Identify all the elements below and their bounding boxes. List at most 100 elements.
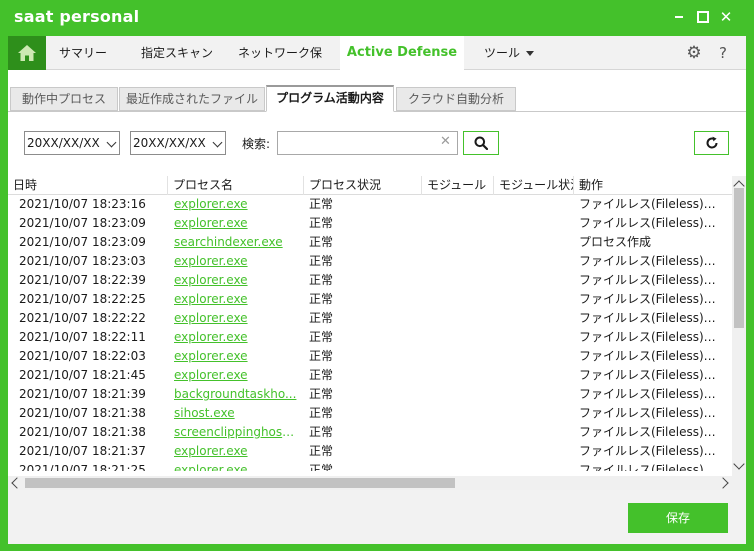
cell-datetime: 2021/10/07 18:23:09 [19,235,146,249]
cell-action: ファイルレス(Fileless)手法... [579,254,724,268]
date-from-select[interactable]: 20XX/XX/XX [24,131,120,155]
table-row[interactable]: 2021/10/07 18:22:39 explorer.exe 正常 ファイルレス(… [8,271,732,290]
clear-icon[interactable]: ✕ [440,135,451,149]
tab-running-processes[interactable]: 動作中プロセス [10,87,118,111]
scroll-down-icon[interactable] [733,458,745,470]
save-button[interactable]: 保存 [628,503,728,533]
cell-process-name[interactable]: screenclippinghost.... [168,423,298,442]
cell-process-status: 正常 [309,216,334,230]
maximize-icon[interactable] [694,8,712,26]
cell-process-name[interactable]: backgroundtaskho... [168,385,298,404]
table-row[interactable]: 2021/10/07 18:21:38 screenclippinghost...… [8,423,732,442]
tab-program-activity[interactable]: プログラム活動内容 [266,85,394,112]
cell-action: ファイルレス(Fileless)手法... [579,311,724,325]
cell-module-status [494,366,574,385]
refresh-icon [706,136,718,149]
table-row[interactable]: 2021/10/07 18:21:38 sihost.exe 正常 ファイルレス(Fi… [8,404,732,423]
cell-process-status: 正常 [309,387,334,401]
cell-module [422,233,494,252]
cell-datetime: 2021/10/07 18:21:38 [19,406,146,420]
help-icon[interactable]: ? [714,43,732,63]
cell-process-status: 正常 [309,197,334,211]
column-header-process[interactable]: プロセス名 [168,176,304,195]
tab-cloud-analysis[interactable]: クラウド自動分析 [396,87,516,111]
cell-process-name[interactable]: explorer.exe [168,309,298,328]
home-button[interactable] [8,36,46,70]
cell-process-status: 正常 [309,406,334,420]
cell-module-status [494,252,574,271]
minimize-icon[interactable] [670,8,688,26]
cell-process-name[interactable]: explorer.exe [168,195,298,214]
search-icon [474,136,488,150]
table-row[interactable]: 2021/10/07 18:23:09 explorer.exe 正常 ファイルレス(… [8,214,732,233]
cell-module-status [494,214,574,233]
vertical-scroll-thumb[interactable] [734,188,744,328]
horizontal-scrollbar[interactable] [8,476,732,490]
cell-process-name[interactable]: explorer.exe [168,442,298,461]
column-header-module-status[interactable]: モジュール状況 [494,176,574,195]
nav-summary[interactable]: サマリー [52,36,114,70]
table-row[interactable]: 2021/10/07 18:22:03 explorer.exe 正常 ファイルレス(… [8,347,732,366]
column-header-module[interactable]: モジュール [422,176,494,195]
search-input[interactable] [277,131,458,155]
column-header-action[interactable]: 動作 [574,176,732,195]
tab-recent-files[interactable]: 最近作成されたファイル [119,87,265,111]
cell-process-name[interactable]: explorer.exe [168,290,298,309]
cell-process-name[interactable]: explorer.exe [168,252,298,271]
cell-process-name[interactable]: explorer.exe [168,366,298,385]
table-row[interactable]: 2021/10/07 18:22:11 explorer.exe 正常 ファイルレス(… [8,328,732,347]
cell-process-name[interactable]: explorer.exe [168,328,298,347]
date-to-value: 20XX/XX/XX [133,136,206,150]
cell-process-name[interactable]: explorer.exe [168,461,298,471]
nav-network-protection[interactable]: ネットワーク保護 [234,36,326,94]
filter-toolbar: 20XX/XX/XX 20XX/XX/XX 検索: ✕ [8,112,746,176]
cell-module [422,290,494,309]
main-nav: サマリー 指定スキャン ネットワーク保護 Active Defense ツール … [8,36,746,94]
cell-module-status [494,233,574,252]
scroll-left-icon[interactable] [11,477,23,489]
nav-tools[interactable]: ツール [474,36,544,70]
cell-action: ファイルレス(Fileless)手法... [579,425,724,439]
search-button[interactable] [463,131,499,155]
table-row[interactable]: 2021/10/07 18:21:45 explorer.exe 正常 ファイルレス(… [8,366,732,385]
horizontal-scroll-thumb[interactable] [25,478,455,488]
cell-process-name[interactable]: sihost.exe [168,404,298,423]
cell-process-status: 正常 [309,292,334,306]
cell-action: ファイルレス(Fileless)手法... [579,292,724,306]
table-row[interactable]: 2021/10/07 18:22:25 explorer.exe 正常 ファイルレス(… [8,290,732,309]
cell-action: ファイルレス(Fileless)手法... [579,463,724,471]
column-header-process-status[interactable]: プロセス状況 [304,176,422,195]
nav-designated-scan[interactable]: 指定スキャン [132,36,222,70]
table-row[interactable]: 2021/10/07 18:23:16 explorer.exe 正常 ファイルレス(… [8,195,732,214]
cell-process-status: 正常 [309,273,334,287]
cell-process-name[interactable]: explorer.exe [168,347,298,366]
cell-module [422,442,494,461]
scroll-right-icon[interactable] [717,477,729,489]
table-body: 2021/10/07 18:23:16 explorer.exe 正常 ファイルレス(… [8,195,732,471]
table-row[interactable]: 2021/10/07 18:21:39 backgroundtaskho... 正常… [8,385,732,404]
table-row[interactable]: 2021/10/07 18:21:25 explorer.exe 正常 ファイルレス(… [8,461,732,471]
column-header-datetime[interactable]: 日時 [8,176,168,195]
nav-active-defense[interactable]: Active Defense [340,36,464,70]
refresh-button[interactable] [694,131,729,155]
cell-module [422,214,494,233]
cell-module-status [494,195,574,214]
cell-process-name[interactable]: searchindexer.exe [168,233,298,252]
cell-action: ファイルレス(Fileless)手法... [579,216,724,230]
cell-action: ファイルレス(Fileless)手法... [579,349,724,363]
table-row[interactable]: 2021/10/07 18:22:22 explorer.exe 正常 ファイルレス(… [8,309,732,328]
table-row[interactable]: 2021/10/07 18:23:09 searchindexer.exe 正常 プロ… [8,233,732,252]
cell-module [422,195,494,214]
table-row[interactable]: 2021/10/07 18:21:37 explorer.exe 正常 ファイルレス(… [8,442,732,461]
date-to-select[interactable]: 20XX/XX/XX [130,131,226,155]
cell-action: ファイルレス(Fileless)手法... [579,197,724,211]
client-area: サマリー 指定スキャン ネットワーク保護 Active Defense ツール … [8,36,746,544]
close-icon[interactable]: ✕ [717,8,735,26]
cell-process-name[interactable]: explorer.exe [168,271,298,290]
cell-datetime: 2021/10/07 18:22:11 [19,330,146,344]
cell-process-name[interactable]: explorer.exe [168,214,298,233]
table-row[interactable]: 2021/10/07 18:23:03 explorer.exe 正常 ファイルレス(… [8,252,732,271]
vertical-scrollbar[interactable] [732,176,746,476]
cell-module-status [494,385,574,404]
gear-icon[interactable]: ⚙ [685,44,703,62]
